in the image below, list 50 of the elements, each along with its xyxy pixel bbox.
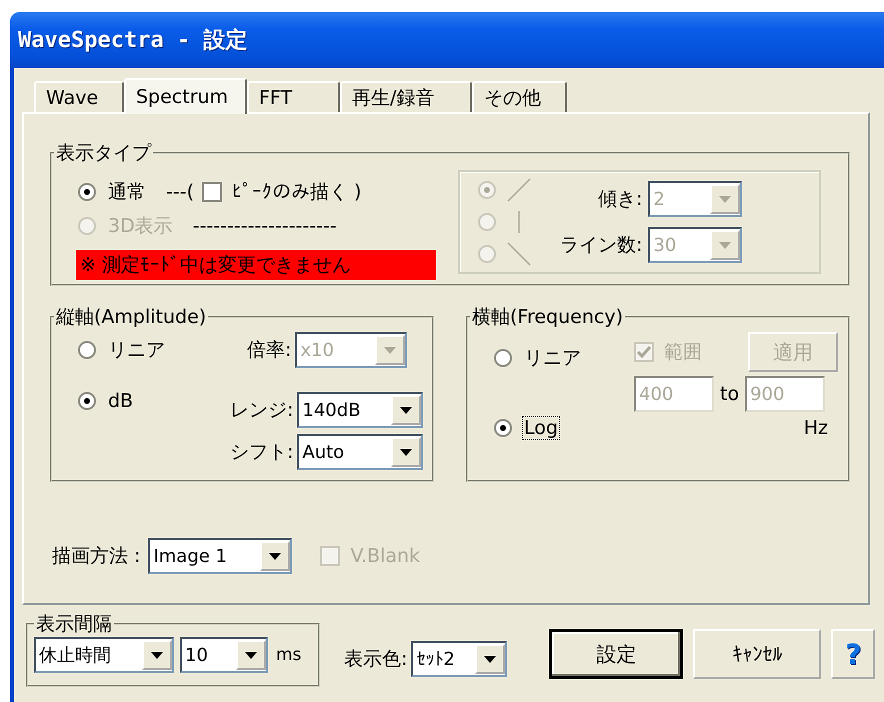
tab[interactable]: 再生/録音 xyxy=(340,81,472,112)
checkbox-label: 範囲 xyxy=(663,340,703,365)
radio-button[interactable] xyxy=(78,392,96,410)
field-label: 傾き: xyxy=(597,187,644,212)
field-label: レンジ: xyxy=(229,398,294,423)
radio-button[interactable] xyxy=(494,349,512,367)
tab[interactable]: Wave xyxy=(34,81,124,112)
group-title: 表示間隔 xyxy=(35,612,113,637)
checkbox-label: V.Blank xyxy=(349,544,422,568)
checkbox-label: ﾋﾟｰｸのみ描く ) xyxy=(230,180,362,205)
unit-label: Hz xyxy=(802,416,829,440)
range-separator: to xyxy=(719,382,740,406)
group-title: 表示タイプ xyxy=(55,141,152,166)
dashes-text: ---( xyxy=(165,180,195,204)
group-title: 横軸(Frequency) xyxy=(471,305,624,330)
unit-label: ms xyxy=(275,644,302,666)
warning-message: ※ 測定ﾓｰﾄﾞ中は変更できません xyxy=(76,250,436,280)
group-title: 縦軸(Amplitude) xyxy=(55,305,208,330)
radio-label: 3D表示 xyxy=(107,214,174,239)
dropdown[interactable]: Image 1 xyxy=(148,538,292,574)
ok-button[interactable]: 設定 xyxy=(549,629,684,679)
radio-button[interactable] xyxy=(78,183,96,201)
radio-label: リニア xyxy=(523,346,582,371)
dashes-text: --------------------- xyxy=(192,214,338,238)
radio-label: Log xyxy=(522,416,560,440)
dropdown[interactable]: 140dB xyxy=(297,392,424,428)
dropdown[interactable]: 休止時間 xyxy=(34,637,174,673)
field-label: シフト: xyxy=(229,440,294,465)
radio-button[interactable] xyxy=(494,419,512,437)
tab[interactable]: Spectrum xyxy=(124,78,247,114)
falling-line-icon xyxy=(507,242,531,266)
cancel-button[interactable]: ｷｬﾝｾﾙ xyxy=(693,629,822,679)
vertical-line-icon xyxy=(517,211,521,233)
dropdown[interactable]: 10 xyxy=(180,637,268,673)
tab[interactable]: その他 xyxy=(472,81,567,112)
field-label: 描画方法 : xyxy=(51,544,142,569)
dropdown[interactable]: Auto xyxy=(297,434,424,470)
field-label: ライン数: xyxy=(559,233,644,258)
tab[interactable]: FFT xyxy=(247,81,340,112)
radio-button[interactable] xyxy=(78,341,96,359)
checkbox[interactable] xyxy=(202,182,222,202)
help-button[interactable]: ? xyxy=(831,629,876,679)
field-label: 表示色: xyxy=(343,647,408,672)
rising-line-icon xyxy=(507,178,531,202)
radio-label: リニア xyxy=(107,338,166,363)
window-title: WaveSpectra - 設定 xyxy=(18,26,248,55)
field-label: 倍率: xyxy=(246,338,292,363)
radio-label: dB xyxy=(107,389,134,413)
dropdown[interactable]: ｾｯﾄ2 xyxy=(411,641,508,677)
radio-label: 通常 xyxy=(107,180,147,205)
